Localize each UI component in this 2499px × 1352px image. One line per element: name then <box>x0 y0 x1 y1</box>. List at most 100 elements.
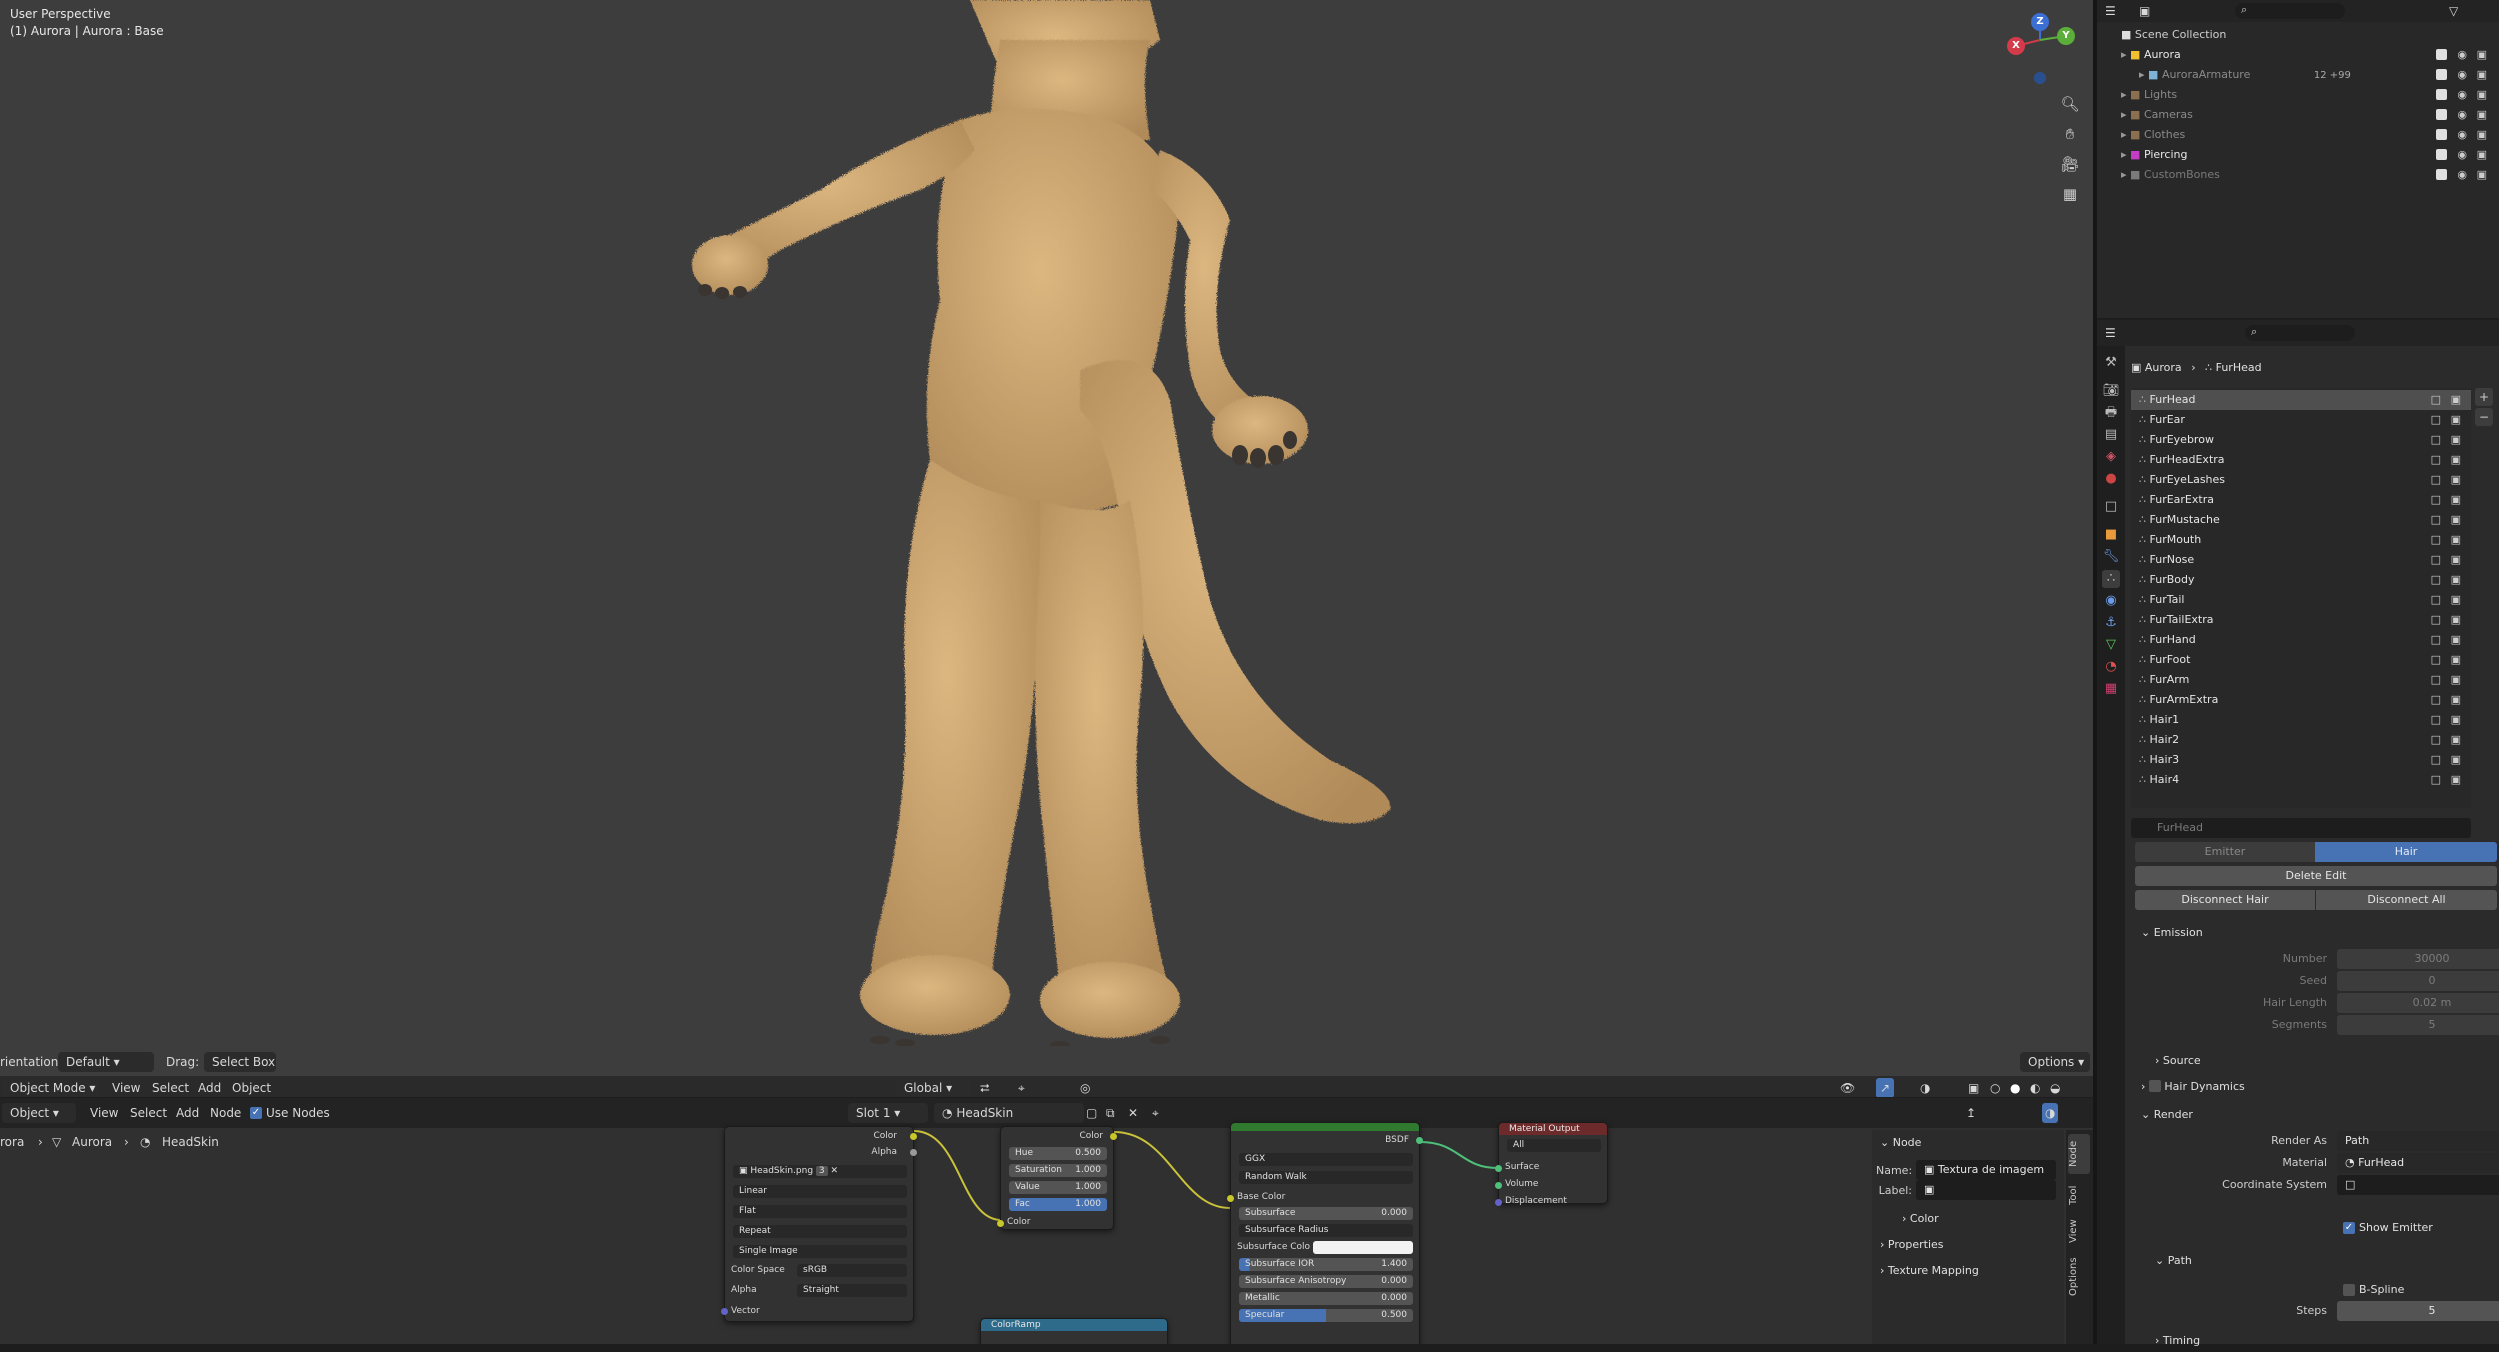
disconnect-all-button[interactable]: Disconnect All <box>2316 890 2497 910</box>
render-material-dropdown[interactable]: ◔ FurHead <box>2337 1153 2499 1173</box>
tab-view[interactable]: View <box>2068 1216 2090 1246</box>
remove-particle-system-button[interactable]: − <box>2475 408 2493 426</box>
extension-dropdown[interactable]: Repeat <box>733 1225 907 1238</box>
camera-icon[interactable]: ▣ <box>2477 125 2487 145</box>
enable-checkbox[interactable] <box>2436 69 2447 80</box>
steps-field[interactable]: 5 <box>2337 1301 2499 1321</box>
subsurface-radius-field[interactable]: Subsurface Radius <box>1239 1224 1413 1237</box>
timing-panel-header[interactable]: › Timing <box>2155 1330 2200 1352</box>
viewport-display-icon[interactable]: □ <box>2431 450 2441 470</box>
viewport-display-icon[interactable]: □ <box>2431 750 2441 770</box>
tab-node[interactable]: Node <box>2068 1134 2090 1174</box>
shader-editor[interactable]: Object ▾ View Select Add Node ✓ Use Node… <box>0 1098 2093 1344</box>
colorramp-title[interactable]: ColorRamp <box>981 1319 1167 1331</box>
image-close-icon[interactable]: ✕ <box>831 1166 839 1176</box>
expand-arrow-icon[interactable]: ▸ <box>2139 68 2145 81</box>
color-subpanel[interactable]: › Color <box>1902 1208 1939 1230</box>
expand-arrow-icon[interactable]: ▸ <box>2121 168 2127 181</box>
principled-bsdf-node[interactable]: BSDF GGX Random Walk Base Color Subsurfa… <box>1227 1122 1423 1344</box>
render-icon[interactable]: ▣ <box>2451 430 2461 450</box>
render-icon[interactable]: ▣ <box>2451 730 2461 750</box>
eye-icon[interactable]: ◉ <box>2457 145 2467 165</box>
particle-system-item[interactable]: ∴ FurBody □ ▣ <box>2131 570 2471 590</box>
type-hair-button[interactable]: Hair <box>2315 842 2497 862</box>
material-output-title[interactable]: Material Output <box>1499 1123 1607 1135</box>
proportional-edit-icon[interactable]: ◎ <box>1080 1078 1090 1097</box>
options-dropdown[interactable]: Options ▾ <box>2020 1052 2090 1072</box>
render-icon[interactable]: ▣ <box>2451 610 2461 630</box>
hair-dynamics-checkbox[interactable] <box>2148 1080 2161 1092</box>
overlay-icon[interactable]: ◑ <box>1920 1078 1930 1097</box>
outliner-row[interactable]: ▸ ■ Aurora ◉ ▣ <box>2097 45 2499 65</box>
expand-arrow-icon[interactable]: ▸ <box>2121 128 2127 141</box>
object-tab-icon[interactable]: ■ <box>2102 526 2120 544</box>
particle-system-item[interactable]: ∴ FurEyebrow □ ▣ <box>2131 430 2471 450</box>
menu-object[interactable]: Object <box>232 1078 271 1097</box>
eye-icon[interactable]: ◉ <box>2457 165 2467 185</box>
fac-field[interactable]: Fac 1.000 <box>1009 1198 1107 1211</box>
rendered-shading-icon[interactable]: ◒ <box>2050 1078 2060 1097</box>
modifier-tab-icon[interactable]: 🔧︎ <box>2102 548 2120 566</box>
zoom-icon[interactable]: 🔍︎ <box>2058 92 2082 116</box>
navigation-gizmo[interactable]: Z X Y <box>2000 10 2080 90</box>
expand-arrow-icon[interactable]: ▸ <box>2121 88 2127 101</box>
outliner-row[interactable]: ▸ ■ Lights ◉ ▣ <box>2097 85 2499 105</box>
image-texture-node[interactable]: Color Alpha ▣ HeadSkin.png 3 ✕ Linear Fl… <box>721 1126 917 1322</box>
in-vector-socket[interactable] <box>721 1308 728 1315</box>
bsdf-header[interactable] <box>1231 1123 1419 1131</box>
menu-view[interactable]: View <box>112 1078 140 1097</box>
particle-system-item[interactable]: ∴ FurFoot □ ▣ <box>2131 650 2471 670</box>
hsv-in-color-socket[interactable] <box>997 1220 1004 1227</box>
viewport-display-icon[interactable]: □ <box>2431 550 2441 570</box>
render-as-dropdown[interactable]: Path <box>2337 1131 2499 1151</box>
viewport-display-icon[interactable]: □ <box>2431 490 2441 510</box>
particle-system-item[interactable]: ∴ Hair1 □ ▣ <box>2131 710 2471 730</box>
data-tab-icon[interactable]: ▽ <box>2102 636 2120 654</box>
hue-field[interactable]: Hue 0.500 <box>1009 1147 1107 1160</box>
render-panel-header[interactable]: ⌄ Render <box>2141 1104 2193 1126</box>
particle-system-item[interactable]: ∴ FurHand □ ▣ <box>2131 630 2471 650</box>
tool-tab-icon[interactable]: ⚒ <box>2102 354 2120 372</box>
filter-icon[interactable]: ▽ <box>2449 1 2458 21</box>
viewport-display-icon[interactable]: □ <box>2431 570 2441 590</box>
viewport-display-icon[interactable]: □ <box>2431 510 2441 530</box>
render-icon[interactable]: ▣ <box>2451 630 2461 650</box>
node-label-field[interactable]: ▣ <box>1916 1180 2056 1200</box>
particle-system-item[interactable]: ∴ Hair3 □ ▣ <box>2131 750 2471 770</box>
render-icon[interactable]: ▣ <box>2451 710 2461 730</box>
viewport-display-icon[interactable]: □ <box>2431 630 2441 650</box>
viewport-display-icon[interactable]: □ <box>2431 410 2441 430</box>
particle-system-item[interactable]: ∴ FurNose □ ▣ <box>2131 550 2471 570</box>
output-target-dropdown[interactable]: All <box>1507 1139 1601 1152</box>
subsurface-field[interactable]: Subsurface 0.000 <box>1239 1207 1413 1220</box>
camera-icon[interactable]: ▣ <box>2477 165 2487 185</box>
render-icon[interactable]: ▣ <box>2451 590 2461 610</box>
orientation-dropdown[interactable]: Default ▾ <box>58 1052 154 1072</box>
gizmo-neg-z[interactable] <box>2034 72 2046 84</box>
props-search-input[interactable]: ⌕ <box>2245 325 2355 341</box>
viewport-display-icon[interactable]: □ <box>2431 390 2441 410</box>
path-panel-header[interactable]: ⌄ Path <box>2155 1250 2192 1272</box>
render-icon[interactable]: ▣ <box>2451 570 2461 590</box>
delete-edit-button[interactable]: Delete Edit <box>2135 866 2497 886</box>
node-panel-header[interactable]: ⌄ Node <box>1880 1132 1921 1154</box>
viewport-display-icon[interactable]: □ <box>2431 530 2441 550</box>
particle-system-item[interactable]: ∴ FurArm □ ▣ <box>2131 670 2471 690</box>
world-tab-icon[interactable]: ● <box>2102 470 2120 488</box>
texture-tab-icon[interactable]: ▦ <box>2102 680 2120 698</box>
viewport-display-icon[interactable]: □ <box>2431 690 2441 710</box>
transform-orientation-dropdown[interactable]: Global ▾ <box>896 1078 970 1097</box>
particle-system-item[interactable]: ∴ Hair2 □ ▣ <box>2131 730 2471 750</box>
disconnect-hair-button[interactable]: Disconnect Hair <box>2135 890 2315 910</box>
hue-saturation-node[interactable]: Color Hue 0.500 Saturation 1.000 Value 1.00… <box>997 1126 1117 1230</box>
camera-view-icon[interactable]: 🎥︎ <box>2058 152 2082 176</box>
render-icon[interactable]: ▣ <box>2451 490 2461 510</box>
interpolation-dropdown[interactable]: Linear <box>733 1185 907 1198</box>
solid-shading-icon[interactable]: ● <box>2010 1078 2020 1097</box>
eye-icon[interactable]: ◉ <box>2457 125 2467 145</box>
material-output-node[interactable]: Material Output All Surface Volume Displ… <box>1495 1122 1608 1206</box>
camera-icon[interactable]: ▣ <box>2477 105 2487 125</box>
outliner-row[interactable]: ▸ ■ Cameras ◉ ▣ <box>2097 105 2499 125</box>
camera-icon[interactable]: ▣ <box>2477 45 2487 65</box>
distribution-dropdown[interactable]: GGX <box>1239 1153 1413 1166</box>
